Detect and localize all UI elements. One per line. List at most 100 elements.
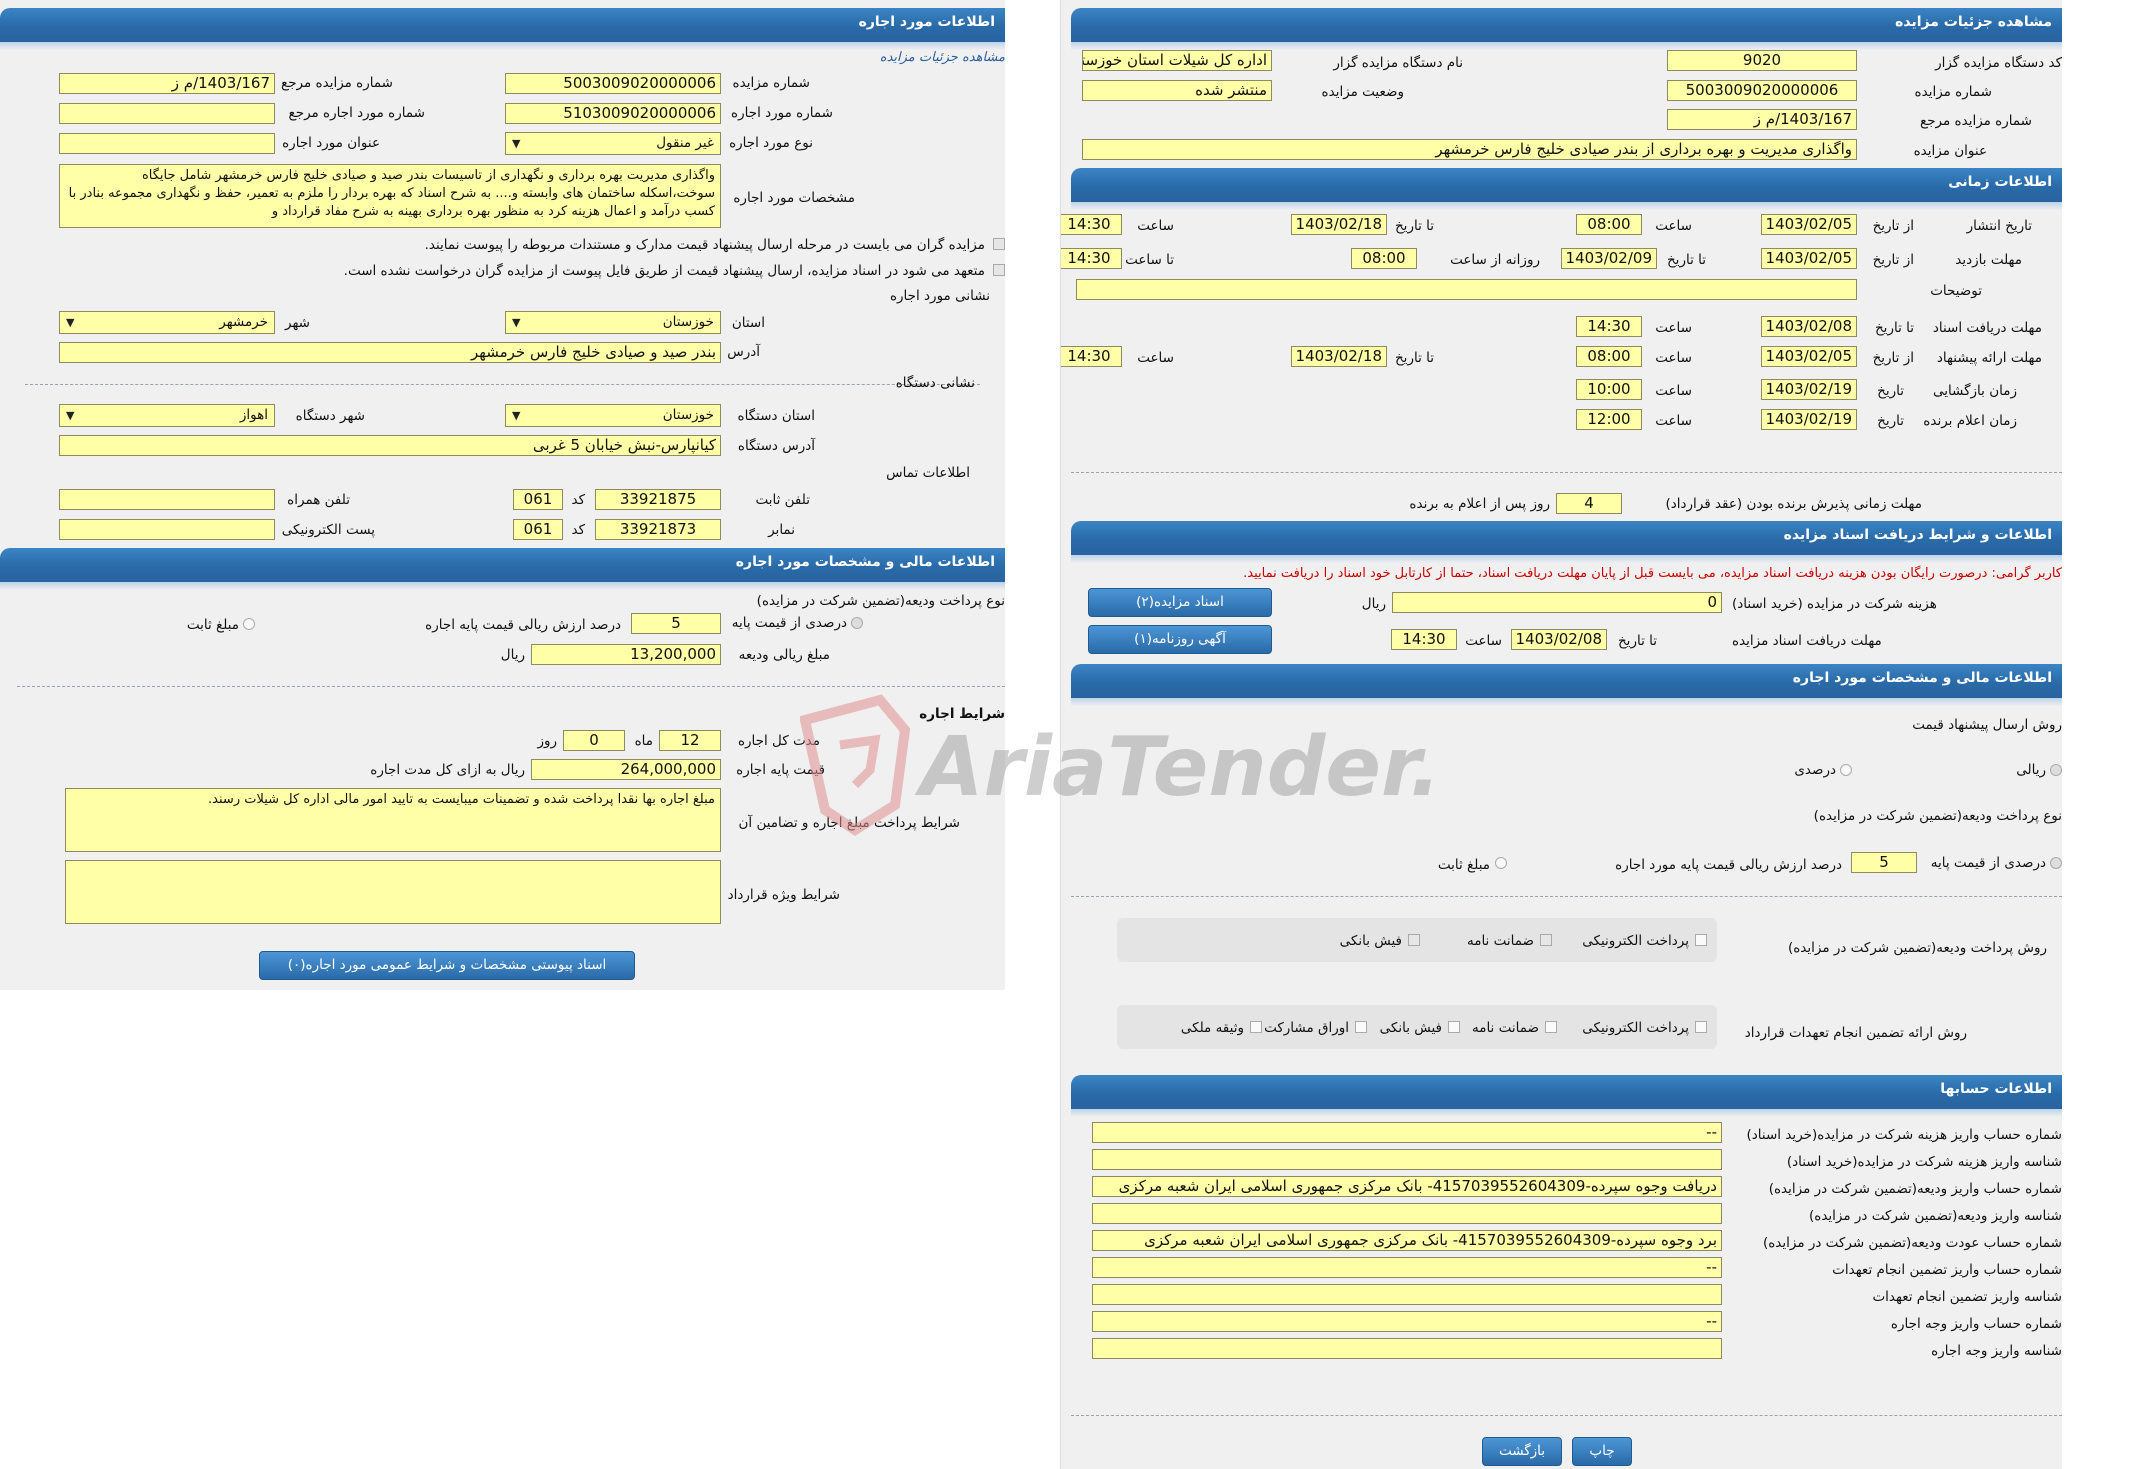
- address-field: بندر صید و صیادی خلیج فارس خرمشهر: [59, 342, 721, 363]
- account-label: شناسه واریز تضمین انجام تعهدات: [1872, 1289, 2062, 1305]
- special-terms-textarea: [65, 860, 721, 924]
- visit-from-time: 08:00: [1351, 248, 1417, 269]
- base-price-field: 264,000,000: [531, 759, 721, 780]
- device-city-select[interactable]: اهواز ▼: [59, 404, 275, 427]
- visit-to-time: 14:30: [1061, 248, 1122, 269]
- phone-label: تلفن ثابت: [755, 492, 810, 508]
- fax-field: 33921873: [595, 519, 721, 540]
- deposit-amount-field: 13,200,000: [531, 644, 721, 665]
- guarantee-method-4: وثیقه ملکی: [1180, 1020, 1244, 1036]
- account-label: شماره حساب واریز ودیعه(تضمین شرکت در مزا…: [1768, 1181, 2062, 1197]
- acceptance-label: مهلت زمانی پذیرش برنده بودن (عقد قرارداد…: [1665, 496, 1922, 512]
- winner-label: زمان اعلام برنده: [1923, 413, 2017, 429]
- chevron-down-icon: ▼: [512, 137, 521, 150]
- bank-slip-checkbox[interactable]: [1408, 934, 1420, 946]
- account-field: --: [1092, 1257, 1722, 1278]
- province-label: استان: [731, 315, 765, 331]
- guarantee-method-box: پرداخت الکترونیکی ضمانت نامه فیش بانکی ا…: [1117, 1005, 1717, 1049]
- electronic-payment-checkbox[interactable]: [1695, 1021, 1707, 1033]
- fee-label: هزینه شرکت در مزایده (خرید اسناد): [1732, 596, 1937, 612]
- to-date-label: تا تاریخ: [1666, 252, 1706, 268]
- publish-to-time: 14:30: [1061, 214, 1122, 235]
- offer-to-field: 1403/02/18: [1291, 346, 1387, 367]
- doc-deadline-label: مهلت دریافت اسناد: [1932, 320, 2042, 336]
- percent-base-radio[interactable]: [2050, 857, 2062, 869]
- fixed-amount-radio[interactable]: [243, 618, 255, 630]
- lease-type-label: نوع مورد اجاره: [729, 135, 813, 151]
- bonds-checkbox[interactable]: [1355, 1021, 1367, 1033]
- time-label: ساعت: [1655, 413, 1692, 429]
- account-label: شماره حساب واریز وجه اجاره: [1890, 1316, 2062, 1332]
- property-collateral-checkbox[interactable]: [1250, 1021, 1262, 1033]
- docs-header: اطلاعات و شرایط دریافت اسناد مزایده: [1071, 521, 2062, 563]
- from-date-label: از تاریخ: [1872, 252, 1914, 268]
- time-label: ساعت: [1137, 350, 1174, 366]
- desc-field: [1076, 279, 1857, 300]
- city-value: خرمشهر: [219, 314, 268, 330]
- percent-option-radio[interactable]: [1840, 764, 1852, 776]
- chevron-down-icon: ▼: [512, 316, 521, 329]
- electronic-payment-checkbox[interactable]: [1695, 934, 1707, 946]
- financial-header: اطلاعات مالی و مشخصات مورد اجاره: [0, 548, 1005, 590]
- email-field: [59, 519, 275, 540]
- lease-terms-section: شرایط اجاره: [919, 706, 1005, 722]
- percent-field: 5: [631, 613, 721, 634]
- newspaper-ad-button[interactable]: آگهی روزنامه(۱): [1088, 625, 1272, 654]
- city-select[interactable]: خرمشهر ▼: [59, 311, 275, 334]
- ref-number-field: 1403/167/م ز: [1667, 109, 1857, 130]
- attach-docs-button[interactable]: اسناد پیوستی مشخصات و شرایط عمومی مورد ا…: [259, 951, 635, 980]
- lease-info-header: اطلاعات مورد اجاره: [0, 8, 1005, 50]
- phone-field: 33921875: [595, 489, 721, 510]
- deposit-amount-label: مبلغ ریالی ودیعه: [738, 647, 830, 663]
- auction-details-link[interactable]: مشاهده جزئیات مزایده: [880, 50, 1005, 65]
- rial-radio[interactable]: [2050, 764, 2062, 776]
- account-field: --: [1092, 1311, 1722, 1332]
- time-info-header: اطلاعات زمانی: [1071, 168, 2062, 210]
- fixed-amount-label: مبلغ ثابت: [186, 617, 239, 633]
- auction-number-field: 5003009020000006: [505, 73, 721, 94]
- auction-docs-button[interactable]: اسناد مزایده(۲): [1088, 588, 1272, 617]
- account-field: --: [1092, 1122, 1722, 1143]
- deposit-method-1: ضمانت نامه: [1466, 933, 1534, 949]
- org-code-label: کد دستگاه مزایده گزار: [1935, 55, 2062, 71]
- back-button[interactable]: بازگشت: [1482, 1437, 1562, 1466]
- rial-label: ریال: [1361, 596, 1386, 612]
- total-duration-label: مدت کل اجاره: [737, 733, 820, 749]
- guarantee-method-0: پرداخت الکترونیکی: [1582, 1020, 1689, 1036]
- account-label: شماره حساب واریز تضمین انجام تعهدات: [1832, 1262, 2062, 1278]
- guarantee-letter-checkbox[interactable]: [1540, 934, 1552, 946]
- fixed-amount-radio[interactable]: [1495, 857, 1507, 869]
- attach-docs-checkbox: [993, 238, 1005, 250]
- date-label: تاریخ: [1877, 413, 1904, 429]
- device-province-select[interactable]: خوزستان ▼: [505, 404, 721, 427]
- percent-suffix: درصد ارزش ریالی قیمت پایه اجاره: [425, 617, 621, 633]
- time-label: ساعت: [1137, 218, 1174, 234]
- base-price-suffix: ریال به ازای کل مدت اجاره: [370, 762, 525, 778]
- rial-option-label: ریالی: [2016, 762, 2046, 778]
- guarantee-method-2: فیش بانکی: [1379, 1020, 1442, 1036]
- device-city-label: شهر دستگاه: [295, 408, 365, 424]
- divider: [1071, 472, 2062, 473]
- from-date-label: از تاریخ: [1872, 350, 1914, 366]
- account-label: شناسه واریز ودیعه(تضمین شرکت در مزایده): [1808, 1208, 2062, 1224]
- divider: [17, 686, 1005, 687]
- lease-type-select[interactable]: غیر منقول ▼: [505, 132, 721, 155]
- province-select[interactable]: خوزستان ▼: [505, 311, 721, 334]
- specs-textarea: واگذاری مدیریت بهره برداری و نگهداری از …: [59, 164, 721, 228]
- print-button[interactable]: چاپ: [1572, 1437, 1632, 1466]
- bank-slip-checkbox[interactable]: [1448, 1021, 1460, 1033]
- device-province-value: خوزستان: [662, 407, 714, 423]
- guarantee-letter-checkbox[interactable]: [1545, 1021, 1557, 1033]
- check2-text: متعهد می شود در اسناد مزایده، ارسال پیشن…: [343, 263, 985, 279]
- publish-to-field: 1403/02/18: [1291, 214, 1387, 235]
- notice-text: کاربر گرامی: درصورت رایگان بودن هزینه در…: [1243, 566, 2062, 581]
- percent-radio[interactable]: [851, 617, 863, 629]
- to-date-label: تا تاریخ: [1617, 633, 1657, 649]
- contact-section: اطلاعات تماس: [886, 465, 970, 481]
- lease-title-label: عنوان مورد اجاره: [282, 135, 380, 151]
- deposit-method-box: پرداخت الکترونیکی ضمانت نامه فیش بانکی: [1117, 918, 1717, 962]
- opening-time-field: 10:00: [1576, 379, 1642, 400]
- code-label: کد: [571, 522, 585, 538]
- to-date-label: تا تاریخ: [1394, 218, 1434, 234]
- percent-suffix: درصد ارزش ریالی قیمت پایه مورد اجاره: [1615, 857, 1842, 873]
